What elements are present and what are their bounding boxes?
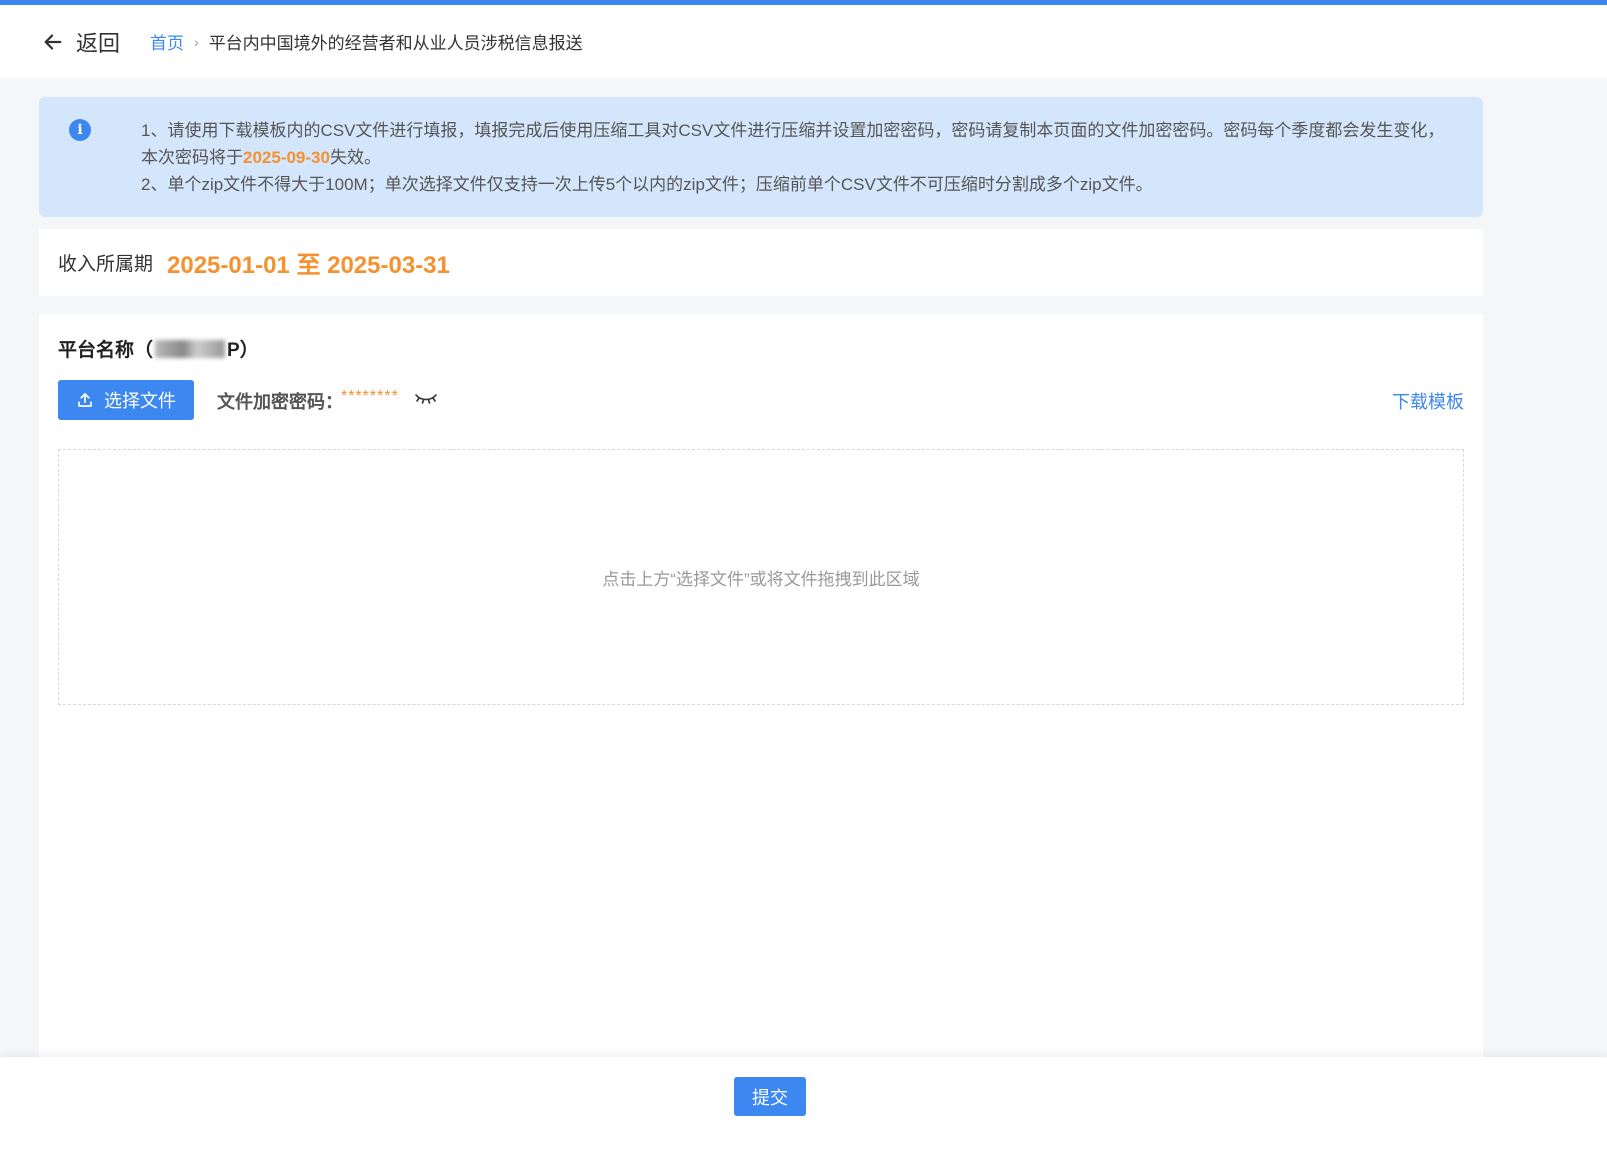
platform-name-prefix: 平台名称（: [58, 340, 154, 361]
page-header: 返回 首页 › 平台内中国境外的经营者和从业人员涉税信息报送: [0, 5, 1607, 78]
notice-banner: 1、请使用下载模板内的CSV文件进行填报，填报完成后使用压缩工具对CSV文件进行…: [39, 97, 1483, 217]
dropzone-text: 点击上方“选择文件”或将文件拖拽到此区域: [602, 569, 920, 589]
breadcrumb-current: 平台内中国境外的经营者和从业人员涉税信息报送: [208, 34, 583, 53]
password-value: ********: [341, 388, 399, 405]
upload-card: 平台名称（ P） 选择文件 文件加密密码： ******** 下载模板 点击上方…: [39, 314, 1483, 1074]
password-expiry-date: 2025-09-30: [243, 148, 330, 167]
eye-closed-icon[interactable]: [414, 390, 438, 406]
income-period-panel: 收入所属期 2025-01-01 至 2025-03-31: [39, 229, 1483, 296]
redacted-platform-name: [155, 339, 226, 358]
file-dropzone[interactable]: 点击上方“选择文件”或将文件拖拽到此区域: [58, 449, 1464, 705]
footer-bar: 提交: [0, 1057, 1607, 1160]
select-file-button[interactable]: 选择文件: [58, 380, 194, 420]
notice-line-2: 2、单个zip文件不得大于100M；单次选择文件仅支持一次上传5个以内的zip文…: [141, 175, 1153, 194]
submit-button[interactable]: 提交: [734, 1077, 806, 1116]
info-icon: i: [69, 119, 91, 141]
back-button[interactable]: 返回: [42, 26, 120, 58]
platform-name-suffix: P）: [227, 340, 259, 361]
period-label: 收入所属期: [58, 254, 154, 275]
breadcrumb: 首页 › 平台内中国境外的经营者和从业人员涉税信息报送: [150, 29, 583, 54]
download-template-link[interactable]: 下载模板: [1392, 388, 1464, 414]
notice-line-1-suffix: 失效。: [329, 148, 381, 167]
upload-icon: [78, 393, 92, 407]
breadcrumb-home-link[interactable]: 首页: [150, 29, 184, 54]
back-label: 返回: [76, 30, 121, 56]
password-label: 文件加密密码：: [217, 392, 343, 412]
select-file-label: 选择文件: [104, 391, 176, 411]
platform-name: 平台名称（ P）: [58, 335, 259, 362]
period-value: 2025-01-01 至 2025-03-31: [167, 252, 450, 279]
breadcrumb-separator: ›: [194, 33, 199, 50]
notice-line-1: 1、请使用下载模板内的CSV文件进行填报，填报完成后使用压缩工具对CSV文件进行…: [141, 117, 1453, 171]
arrow-left-icon: [44, 33, 62, 50]
